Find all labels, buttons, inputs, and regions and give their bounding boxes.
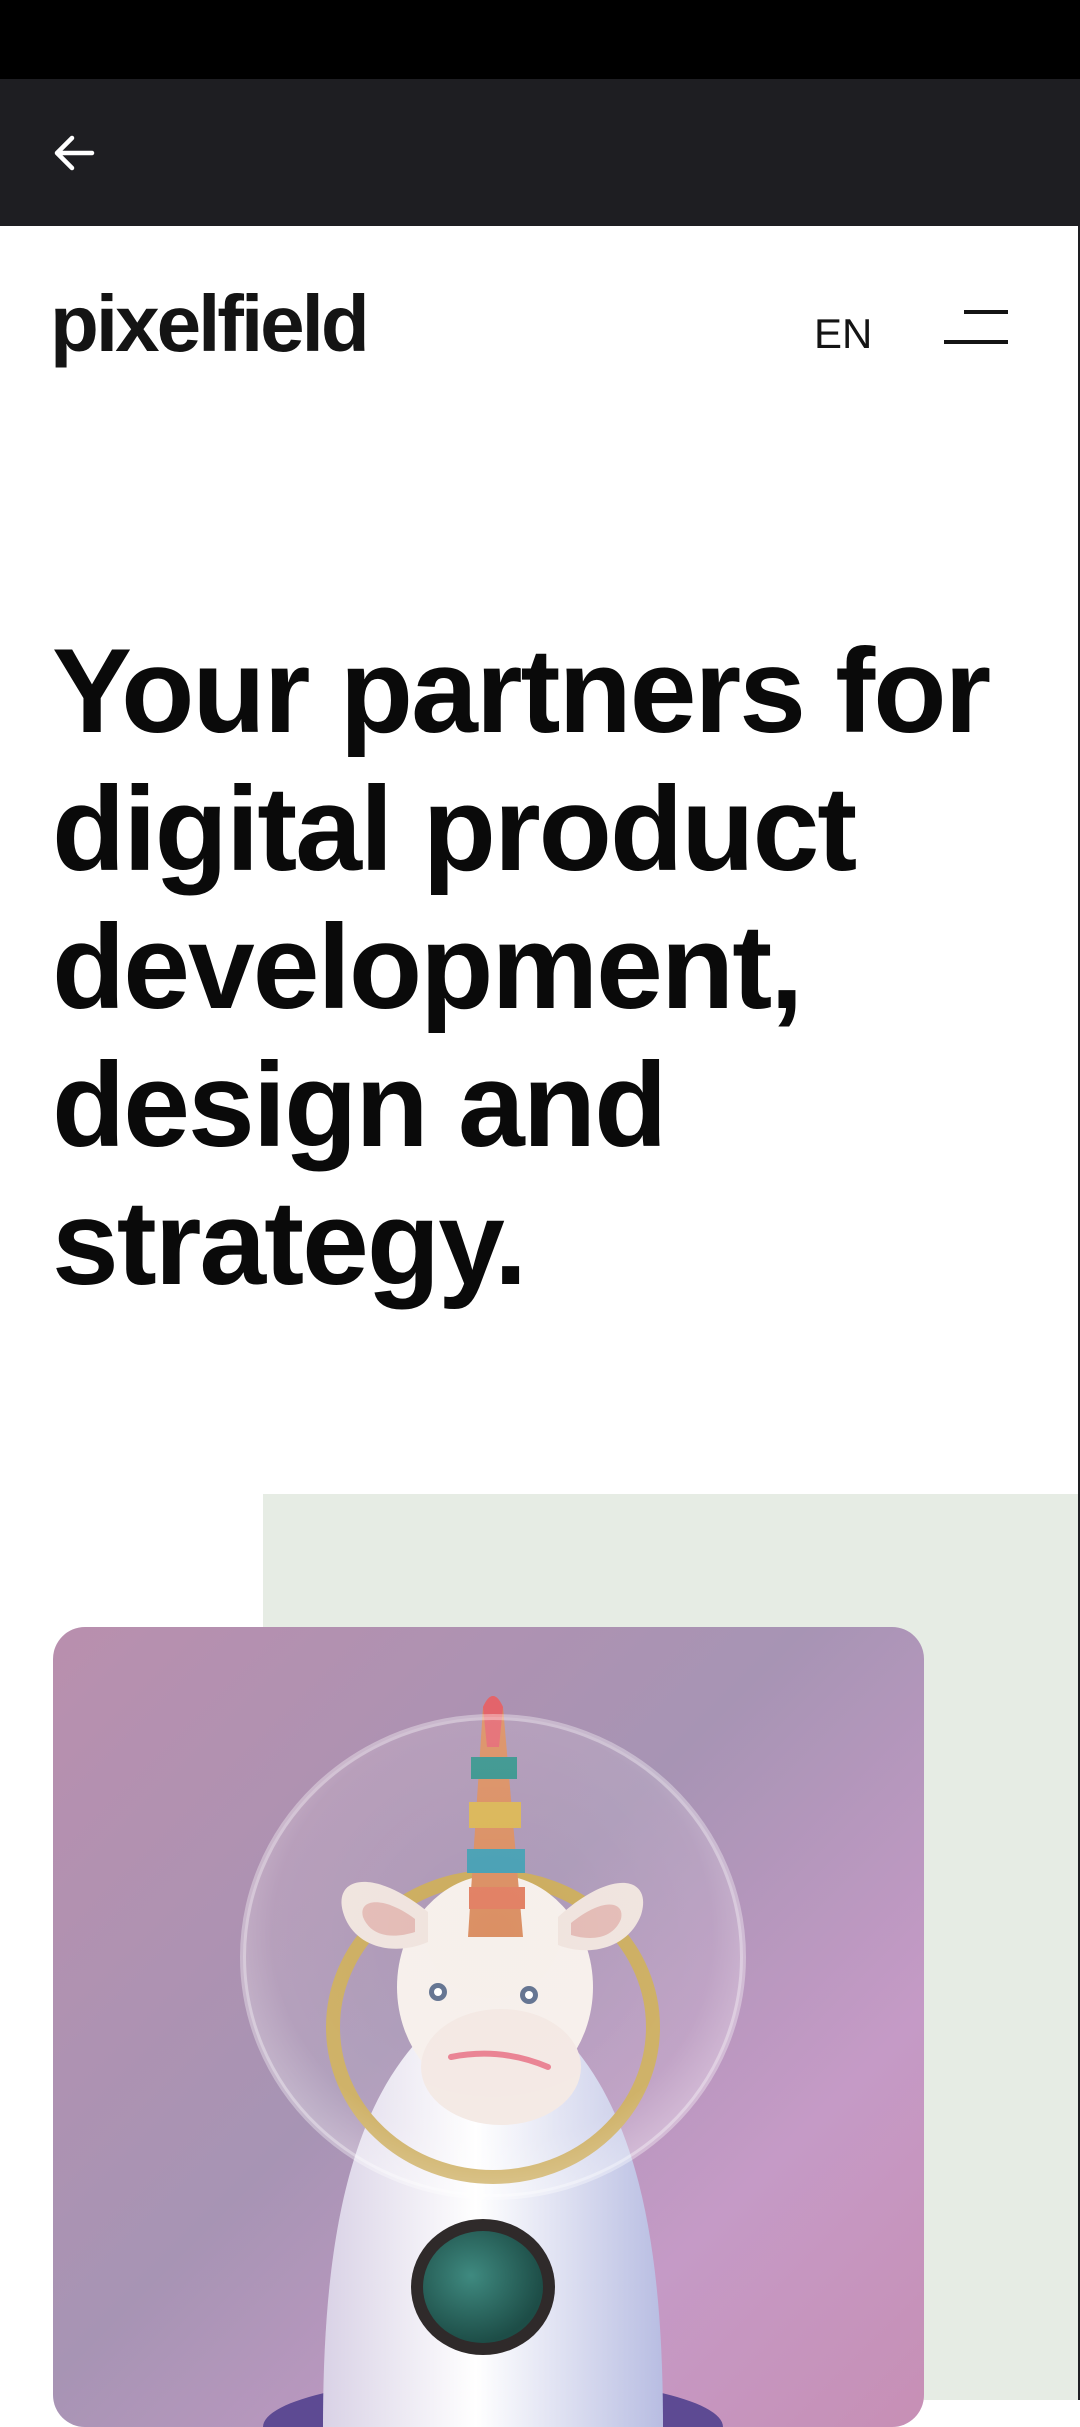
hero-image-card (53, 1627, 924, 2427)
menu-line (964, 310, 1008, 314)
browser-toolbar (0, 79, 1080, 226)
arrow-left-icon (54, 135, 95, 171)
site-header: pixelfield EN (0, 226, 1078, 436)
back-button[interactable] (36, 117, 112, 189)
unicorn-rocket-illustration (240, 1696, 746, 2427)
hero-title: Your partners for digital product develo… (52, 624, 991, 1310)
language-selector[interactable]: EN (814, 310, 872, 358)
status-bar (0, 0, 1080, 79)
menu-line (944, 340, 1008, 344)
logo[interactable]: pixelfield (50, 284, 370, 364)
hamburger-menu-icon[interactable] (940, 302, 1010, 352)
